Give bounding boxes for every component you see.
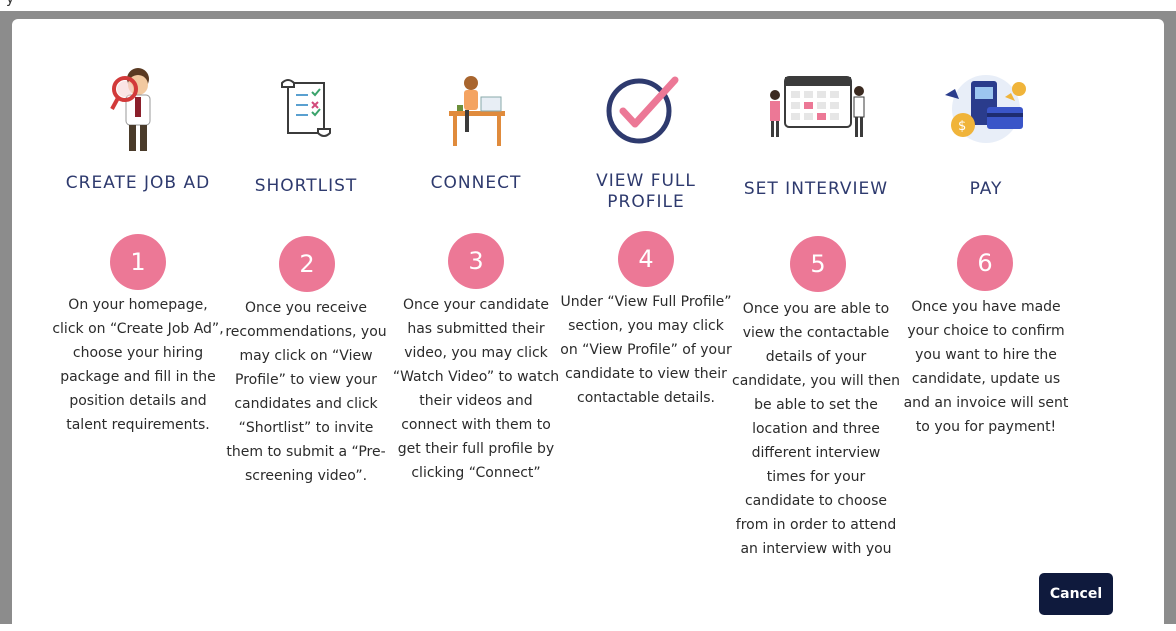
step-description: Once your candidate has submitted their … <box>392 297 560 481</box>
step-title: SET INTERVIEW <box>743 179 889 199</box>
checkmark-circle-icon <box>560 73 732 169</box>
how-it-works-modal: CREATE JOB AD 1 On your homepage, click … <box>12 19 1164 631</box>
step-title: CONNECT <box>430 173 522 193</box>
page-top-strip: y <box>0 0 1176 11</box>
step-description: Once you receive recommendations, you ma… <box>225 300 387 484</box>
page-text-fragment: y <box>6 0 14 7</box>
step-number-badge: 3 <box>448 233 504 289</box>
step-number-badge: 1 <box>110 234 166 290</box>
step-number-badge: 4 <box>618 231 674 287</box>
calendar-schedule-icon <box>730 65 902 161</box>
step-title: SHORTLIST <box>254 176 358 196</box>
checklist-scroll-icon <box>220 77 392 173</box>
step-description: Under “View Full Profile” section, you m… <box>560 294 732 406</box>
step-title: PAY <box>969 179 1003 199</box>
step-description: On your homepage, click on “Create Job A… <box>52 297 224 433</box>
step-number-badge: 6 <box>957 235 1013 291</box>
step-description: Once you are able to view the contactabl… <box>732 301 900 557</box>
recruiter-magnifier-icon <box>52 65 224 161</box>
svg-text:$: $ <box>958 119 966 134</box>
step-title: VIEW FULL PROFILE <box>596 171 696 212</box>
payment-icon: $ <box>900 67 1072 163</box>
step-description: Once you have made your choice to confir… <box>903 299 1069 435</box>
cancel-button[interactable]: Cancel <box>1039 573 1113 615</box>
step-number-badge: 2 <box>279 236 335 292</box>
step-title: CREATE JOB AD <box>65 173 211 193</box>
person-at-desk-icon <box>390 71 562 167</box>
step-number-badge: 5 <box>790 236 846 292</box>
